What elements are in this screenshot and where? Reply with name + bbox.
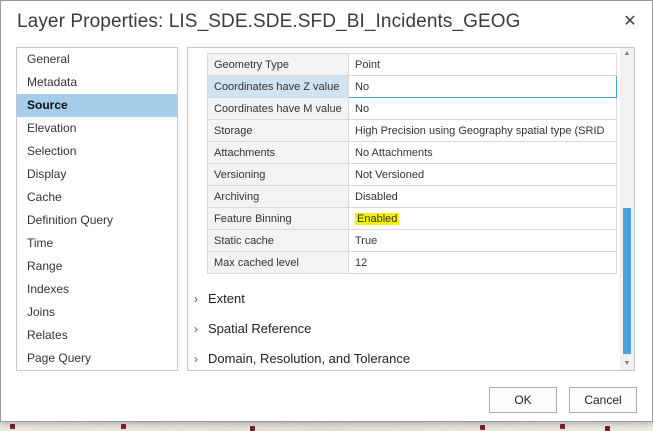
map-feature-point xyxy=(250,426,255,431)
nav-item-joins[interactable]: Joins xyxy=(17,301,177,324)
nav-item-indexes[interactable]: Indexes xyxy=(17,278,177,301)
table-row: Storage High Precision using Geography s… xyxy=(207,119,617,142)
nav-item-definition-query[interactable]: Definition Query xyxy=(17,209,177,232)
section-spatial-reference[interactable]: › Spatial Reference xyxy=(194,321,311,336)
nav-item-time[interactable]: Time xyxy=(17,232,177,255)
nav-item-cache[interactable]: Cache xyxy=(17,186,177,209)
cancel-button[interactable]: Cancel xyxy=(569,387,637,413)
property-value[interactable]: No xyxy=(348,75,617,98)
map-feature-point xyxy=(605,426,610,431)
property-value[interactable]: Disabled xyxy=(348,185,617,208)
scroll-up-icon[interactable]: ▲ xyxy=(620,48,634,60)
map-feature-point xyxy=(480,425,485,430)
nav-item-general[interactable]: General xyxy=(17,48,177,71)
properties-table: Geometry Type Point Coordinates have Z v… xyxy=(207,53,617,274)
table-row: Geometry Type Point xyxy=(207,53,617,76)
layer-properties-dialog: Layer Properties: LIS_SDE.SDE.SFD_BI_Inc… xyxy=(0,0,653,422)
section-domain-resolution-tolerance[interactable]: › Domain, Resolution, and Tolerance xyxy=(194,351,410,366)
property-key: Coordinates have Z value xyxy=(207,75,349,98)
property-key: Storage xyxy=(207,119,349,142)
property-value[interactable]: High Precision using Geography spatial t… xyxy=(348,119,617,142)
property-key: Feature Binning xyxy=(207,207,349,230)
nav-item-source[interactable]: Source xyxy=(17,94,177,117)
vertical-scrollbar[interactable]: ▲ ▼ xyxy=(620,48,634,370)
dialog-title: Layer Properties: LIS_SDE.SDE.SFD_BI_Inc… xyxy=(17,11,521,32)
chevron-right-icon: › xyxy=(194,352,198,366)
table-row: Feature Binning Enabled xyxy=(207,207,617,230)
property-key: Versioning xyxy=(207,163,349,186)
property-pages-nav: General Metadata Source Elevation Select… xyxy=(16,47,178,371)
ok-button[interactable]: OK xyxy=(489,387,557,413)
map-feature-point xyxy=(121,424,126,429)
nav-item-relates[interactable]: Relates xyxy=(17,324,177,347)
property-value[interactable]: Not Versioned xyxy=(348,163,617,186)
chevron-right-icon: › xyxy=(194,292,198,306)
property-value[interactable]: 12 xyxy=(348,251,617,274)
nav-item-page-query[interactable]: Page Query xyxy=(17,347,177,370)
table-row: Static cache True xyxy=(207,229,617,252)
nav-item-metadata[interactable]: Metadata xyxy=(17,71,177,94)
property-value[interactable]: True xyxy=(348,229,617,252)
section-extent[interactable]: › Extent xyxy=(194,291,245,306)
scrollbar-thumb[interactable] xyxy=(623,208,631,354)
scroll-down-icon[interactable]: ▼ xyxy=(620,358,634,370)
nav-item-display[interactable]: Display xyxy=(17,163,177,186)
section-label: Spatial Reference xyxy=(208,321,312,336)
nav-item-selection[interactable]: Selection xyxy=(17,140,177,163)
chevron-right-icon: › xyxy=(194,322,198,336)
property-key: Max cached level xyxy=(207,251,349,274)
map-feature-point xyxy=(560,424,565,429)
nav-item-elevation[interactable]: Elevation xyxy=(17,117,177,140)
property-key: Coordinates have M value xyxy=(207,97,349,120)
property-value[interactable]: Point xyxy=(348,53,617,76)
section-label: Extent xyxy=(208,291,245,306)
table-row: Coordinates have Z value No xyxy=(207,75,617,98)
close-icon[interactable]: ✕ xyxy=(622,14,638,30)
property-key: Archiving xyxy=(207,185,349,208)
table-row: Versioning Not Versioned xyxy=(207,163,617,186)
property-key: Attachments xyxy=(207,141,349,164)
table-row: Coordinates have M value No xyxy=(207,97,617,120)
table-row: Archiving Disabled xyxy=(207,185,617,208)
highlighted-value: Enabled xyxy=(355,212,400,225)
source-panel: Geometry Type Point Coordinates have Z v… xyxy=(187,47,635,371)
section-label: Domain, Resolution, and Tolerance xyxy=(208,351,411,366)
property-key: Geometry Type xyxy=(207,53,349,76)
property-key: Static cache xyxy=(207,229,349,252)
property-value[interactable]: Enabled xyxy=(348,207,617,230)
table-row: Attachments No Attachments xyxy=(207,141,617,164)
table-row: Max cached level 12 xyxy=(207,251,617,274)
map-feature-point xyxy=(10,424,15,429)
nav-item-range[interactable]: Range xyxy=(17,255,177,278)
property-value[interactable]: No Attachments xyxy=(348,141,617,164)
property-value[interactable]: No xyxy=(348,97,617,120)
